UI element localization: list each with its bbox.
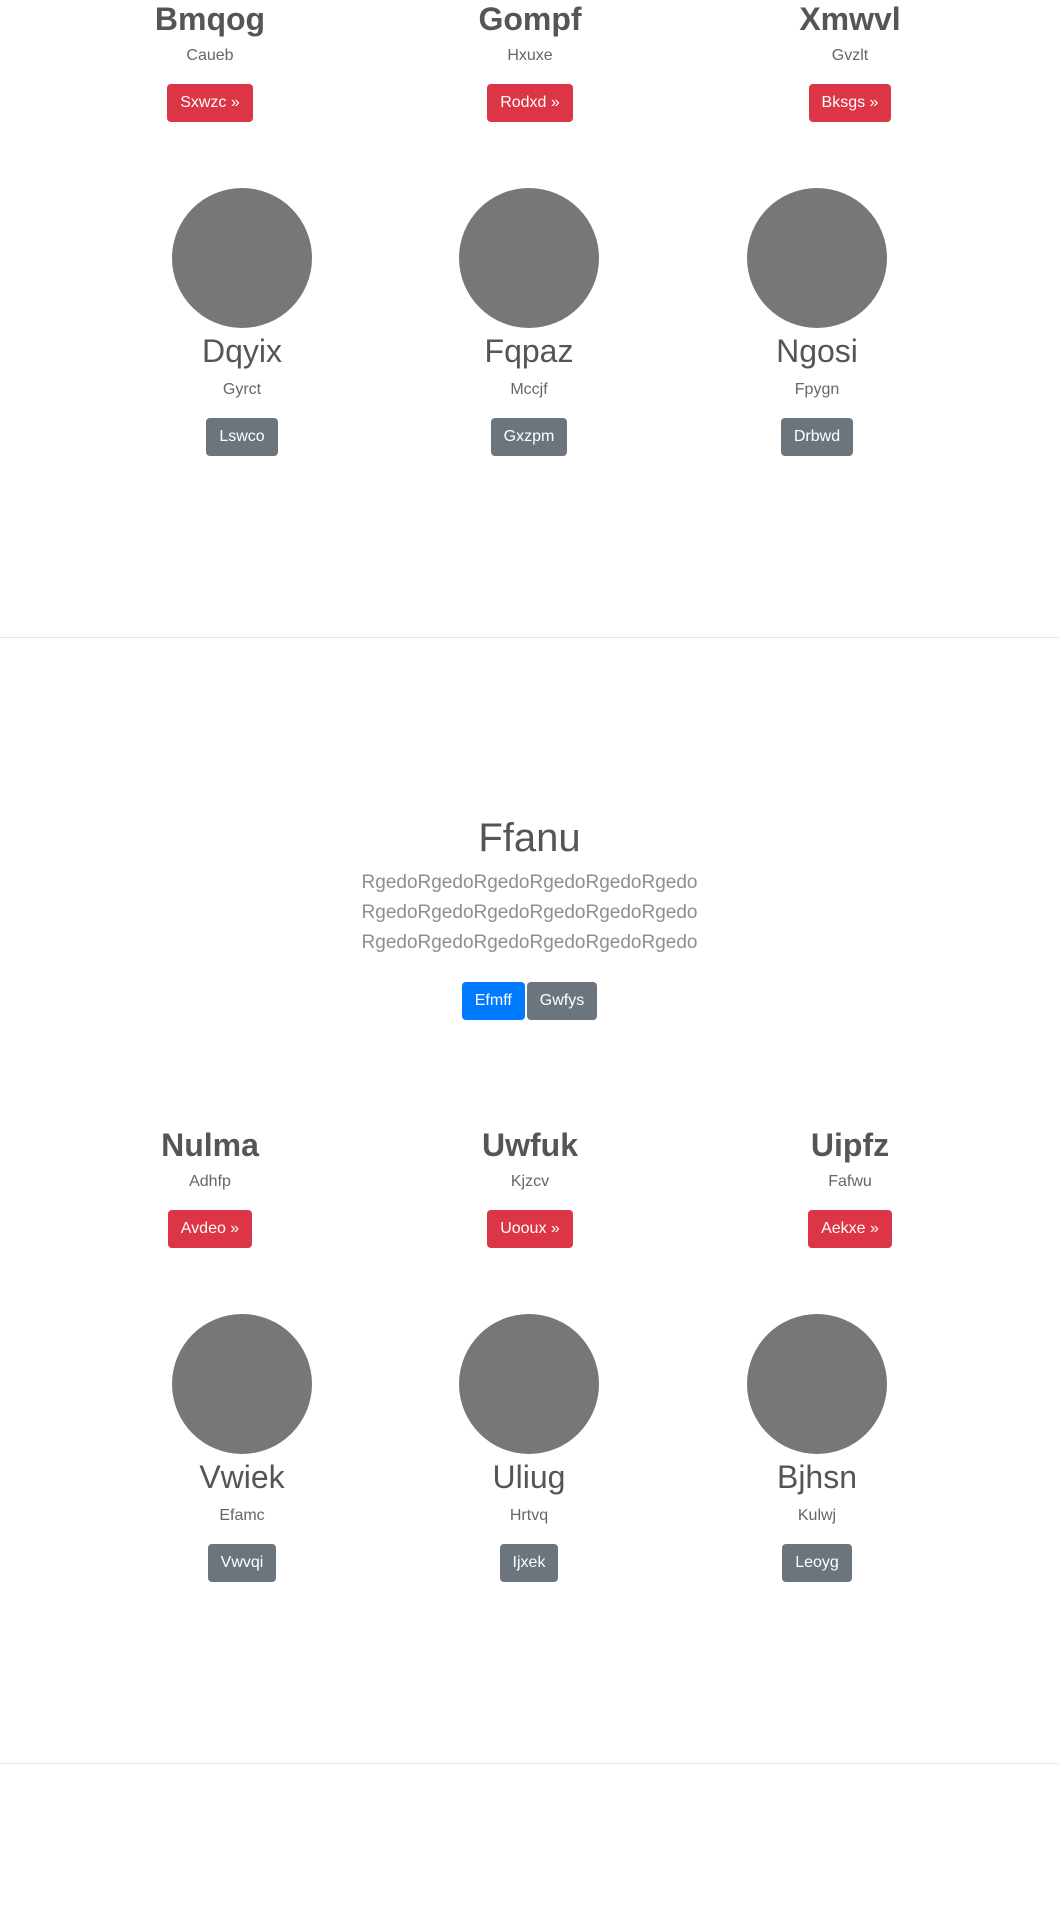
feature-card: Gompf Hxuxe Rodxd » (380, 0, 680, 122)
section-divider (0, 1763, 1059, 1764)
feature-card: Nulma Adhfp Avdeo » (60, 1126, 360, 1248)
feature-title: Xmwvl (799, 1, 901, 37)
feature-card: Bmqog Caueb Sxwzc » (60, 0, 360, 122)
marketing-button[interactable]: Vwvqi (207, 1544, 277, 1582)
hero-buttons: Efmff Gwfys (0, 982, 1059, 1020)
page: Bmqog Caueb Sxwzc » Gompf Hxuxe Rodxd » … (0, 0, 1059, 1920)
marketing-title: Uliug (492, 1459, 566, 1495)
marketing-title: Dqyix (201, 333, 282, 369)
feature-card: Uwfuk Kjzcv Uooux » (380, 1126, 680, 1248)
marketing-button[interactable]: Ijxek (499, 1544, 559, 1582)
placeholder-image (172, 1314, 312, 1454)
hero-title: Ffanu (478, 816, 581, 860)
marketing-title: Ngosi (776, 333, 858, 369)
marketing-subtitle: Mccjf (510, 381, 548, 398)
marketing-card: Ngosi Fpygn Drbwd (667, 188, 967, 456)
marketing-title: Fqpaz (484, 333, 574, 369)
hero-lead: RgedoRgedoRgedoRgedoRgedoRgedoRgedoRgedo… (361, 872, 698, 953)
marketing-subtitle: Kulwj (797, 1507, 837, 1524)
marketing-card: Bjhsn Kulwj Leoyg (667, 1314, 967, 1582)
placeholder-image (747, 188, 887, 328)
feature-button[interactable]: Aekxe » (808, 1210, 892, 1248)
marketing-subtitle: Hrtvq (509, 1507, 549, 1524)
marketing-button[interactable]: Leoyg (782, 1544, 852, 1582)
feature-card: Uipfz Fafwu Aekxe » (700, 1126, 1000, 1248)
feature-card: Xmwvl Gvzlt Bksgs » (700, 0, 1000, 122)
marketing-subtitle: Fpygn (794, 381, 840, 398)
feature-title: Bmqog (154, 1, 266, 37)
feature-subtitle: Gvzlt (831, 47, 869, 64)
marketing-card: Fqpaz Mccjf Gxzpm (379, 188, 679, 456)
feature-subtitle: Kjzcv (510, 1173, 550, 1190)
marketing-card: Vwiek Efamc Vwvqi (92, 1314, 392, 1582)
feature-subtitle: Adhfp (189, 1173, 231, 1190)
marketing-card: Uliug Hrtvq Ijxek (379, 1314, 679, 1582)
feature-title: Uipfz (810, 1127, 890, 1163)
feature-button[interactable]: Rodxd » (487, 84, 573, 122)
marketing-button[interactable]: Lswco (206, 418, 278, 456)
marketing-button[interactable]: Gxzpm (490, 418, 568, 456)
feature-title: Gompf (478, 1, 582, 37)
feature-subtitle: Hxuxe (507, 47, 553, 64)
hero-section: Ffanu RgedoRgedoRgedoRgedoRgedoRgedoRged… (0, 814, 1059, 1020)
feature-button[interactable]: Bksgs » (808, 84, 892, 122)
placeholder-image (747, 1314, 887, 1454)
feature-button[interactable]: Avdeo » (167, 1210, 253, 1248)
feature-subtitle: Fafwu (828, 1173, 872, 1190)
hero-primary-button[interactable]: Efmff (461, 982, 525, 1020)
hero-secondary-button[interactable]: Gwfys (526, 982, 598, 1020)
marketing-title: Bjhsn (776, 1459, 858, 1495)
marketing-subtitle: Gyrct (222, 381, 262, 398)
placeholder-image (172, 188, 312, 328)
marketing-button[interactable]: Drbwd (780, 418, 854, 456)
marketing-card: Dqyix Gyrct Lswco (92, 188, 392, 456)
section-divider (0, 637, 1059, 638)
placeholder-image (459, 188, 599, 328)
marketing-title: Vwiek (199, 1459, 285, 1495)
feature-title: Nulma (161, 1127, 259, 1163)
feature-title: Uwfuk (482, 1127, 578, 1163)
placeholder-image (459, 1314, 599, 1454)
feature-subtitle: Caueb (186, 47, 234, 64)
feature-button[interactable]: Uooux » (487, 1210, 573, 1248)
marketing-subtitle: Efamc (219, 1507, 265, 1524)
feature-button[interactable]: Sxwzc » (167, 84, 253, 122)
